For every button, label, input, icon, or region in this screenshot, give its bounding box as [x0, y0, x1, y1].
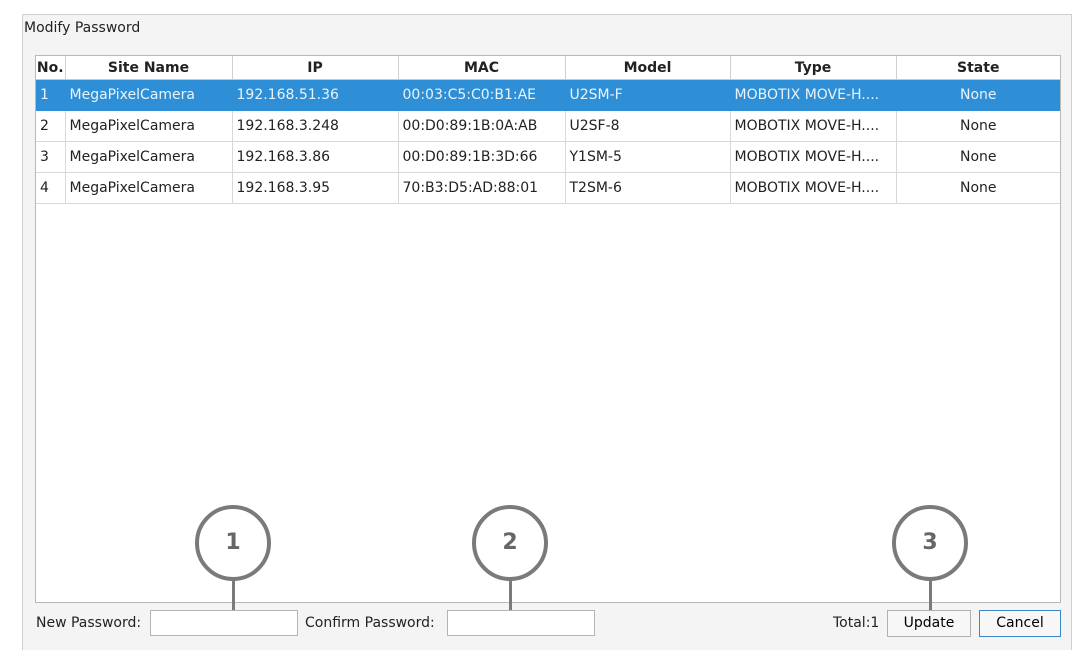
camera-table: No. Site Name IP MAC Model Type State 1 … [36, 56, 1060, 204]
cell-site-name: MegaPixelCamera [65, 79, 233, 111]
new-password-input[interactable] [150, 610, 298, 636]
cell-no: 1 [36, 79, 66, 111]
new-password-label: New Password: [36, 615, 142, 631]
cell-no: 3 [36, 141, 66, 173]
col-header-no[interactable]: No. [36, 56, 66, 80]
cell-model: U2SM-F [565, 79, 731, 111]
cell-no: 4 [36, 172, 66, 204]
cell-model: T2SM-6 [565, 172, 731, 204]
cell-mac: 00:D0:89:1B:0A:AB [398, 110, 566, 142]
cell-type: MOBOTIX MOVE-H.... [730, 141, 897, 173]
cell-site-name: MegaPixelCamera [65, 141, 233, 173]
callout-3-leader [929, 579, 932, 610]
cell-ip: 192.168.3.248 [232, 110, 399, 142]
confirm-password-label: Confirm Password: [305, 615, 435, 631]
cell-mac: 00:D0:89:1B:3D:66 [398, 141, 566, 173]
callout-3: 3 [892, 505, 968, 581]
cell-mac: 00:03:C5:C0:B1:AE [398, 79, 566, 111]
table-row[interactable]: 1 MegaPixelCamera 192.168.51.36 00:03:C5… [36, 79, 1060, 111]
callout-1: 1 [195, 505, 271, 581]
col-header-ip[interactable]: IP [232, 56, 399, 80]
callout-2: 2 [472, 505, 548, 581]
cell-state: None [896, 110, 1060, 142]
confirm-password-input[interactable] [447, 610, 595, 636]
cell-state: None [896, 172, 1060, 204]
update-button[interactable]: Update [887, 610, 971, 637]
cell-site-name: MegaPixelCamera [65, 172, 233, 204]
cell-ip: 192.168.3.95 [232, 172, 399, 204]
cell-type: MOBOTIX MOVE-H.... [730, 110, 897, 142]
callout-2-leader [509, 579, 512, 610]
cell-ip: 192.168.51.36 [232, 79, 399, 111]
col-header-mac[interactable]: MAC [398, 56, 566, 80]
cancel-button[interactable]: Cancel [979, 610, 1061, 637]
col-header-model[interactable]: Model [565, 56, 731, 80]
col-header-type[interactable]: Type [730, 56, 897, 80]
table-header-row: No. Site Name IP MAC Model Type State [36, 56, 1060, 80]
cell-state: None [896, 79, 1060, 111]
table-row[interactable]: 2 MegaPixelCamera 192.168.3.248 00:D0:89… [36, 110, 1060, 142]
cell-mac: 70:B3:D5:AD:88:01 [398, 172, 566, 204]
cell-no: 2 [36, 110, 66, 142]
cell-model: Y1SM-5 [565, 141, 731, 173]
cell-type: MOBOTIX MOVE-H.... [730, 79, 897, 111]
cell-ip: 192.168.3.86 [232, 141, 399, 173]
total-count: Total:1 [833, 615, 880, 631]
table-row[interactable]: 4 MegaPixelCamera 192.168.3.95 70:B3:D5:… [36, 172, 1060, 204]
cell-model: U2SF-8 [565, 110, 731, 142]
cell-site-name: MegaPixelCamera [65, 110, 233, 142]
callout-1-leader [232, 579, 235, 610]
table-row[interactable]: 3 MegaPixelCamera 192.168.3.86 00:D0:89:… [36, 141, 1060, 173]
dialog-title: Modify Password [24, 20, 141, 36]
cell-state: None [896, 141, 1060, 173]
col-header-state[interactable]: State [896, 56, 1060, 80]
cell-type: MOBOTIX MOVE-H.... [730, 172, 897, 204]
col-header-site-name[interactable]: Site Name [65, 56, 233, 80]
